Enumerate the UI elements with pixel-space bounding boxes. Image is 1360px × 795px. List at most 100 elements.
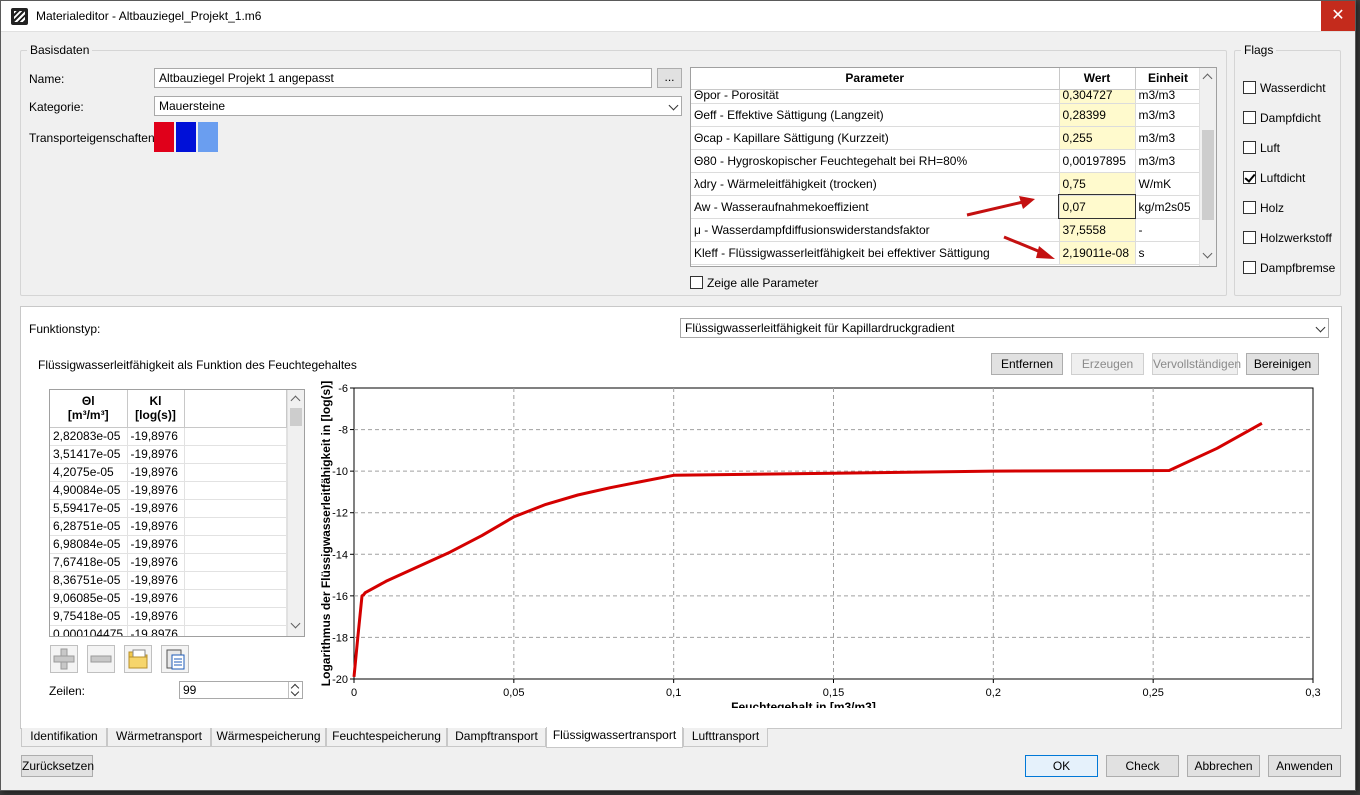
table-row[interactable]: 3,51417e-05 -19,8976 bbox=[50, 445, 287, 464]
cancel-button[interactable]: Abbrechen bbox=[1187, 755, 1260, 777]
parameter-value[interactable]: 0,75 bbox=[1059, 172, 1136, 196]
parameter-value[interactable]: 0,00197895 bbox=[1059, 149, 1136, 173]
parameter-value[interactable]: 0,07 bbox=[1058, 194, 1136, 219]
ok-button[interactable]: OK bbox=[1025, 755, 1098, 777]
moisture-cell[interactable]: 9,75418e-05 bbox=[50, 607, 128, 626]
function-type-select[interactable]: Flüssigwasserleitfähigkeit für Kapillard… bbox=[680, 318, 1329, 338]
create-button[interactable]: Erzeugen bbox=[1071, 353, 1144, 375]
conductivity-cell[interactable]: -19,8976 bbox=[127, 625, 185, 636]
moisture-cell[interactable]: 4,90084e-05 bbox=[50, 481, 128, 500]
parameter-row[interactable]: Θpor - Porosität 0,304727 m3/m3 bbox=[691, 89, 1202, 104]
parameter-value[interactable]: 0,255 bbox=[1059, 126, 1136, 150]
kategorie-select[interactable]: Mauersteine bbox=[154, 96, 682, 116]
parameter-value[interactable]: 0,304727 bbox=[1059, 89, 1136, 104]
name-input[interactable]: Altbauziegel Projekt 1 angepasst bbox=[154, 68, 652, 88]
scroll-thumb[interactable] bbox=[1202, 130, 1214, 220]
table-row[interactable]: 4,2075e-05 -19,8976 bbox=[50, 463, 287, 482]
open-file-button[interactable] bbox=[124, 645, 152, 673]
add-row-button[interactable] bbox=[50, 645, 78, 673]
show-all-checkbox[interactable] bbox=[690, 276, 703, 289]
tab-identifikation[interactable]: Identifikation bbox=[21, 728, 107, 747]
moisture-cell[interactable]: 9,06085e-05 bbox=[50, 589, 128, 608]
flag-checkbox-dampfbremse[interactable] bbox=[1243, 261, 1256, 274]
conductivity-cell[interactable]: -19,8976 bbox=[127, 499, 185, 518]
header-theta[interactable]: Θl [m³/m³] bbox=[50, 390, 128, 428]
apply-button[interactable]: Anwenden bbox=[1268, 755, 1341, 777]
parameter-row[interactable]: λdry - Wärmeleitfähigkeit (trocken) 0,75 W… bbox=[691, 172, 1202, 196]
table-row[interactable]: 7,67418e-05 -19,8976 bbox=[50, 553, 287, 572]
moisture-cell[interactable]: 6,28751e-05 bbox=[50, 517, 128, 536]
parameter-row[interactable]: Θeff - Effektive Sättigung (Langzeit) 0,2… bbox=[691, 103, 1202, 127]
moisture-cell[interactable]: 5,59417e-05 bbox=[50, 499, 128, 518]
header-einheit[interactable]: Einheit bbox=[1135, 68, 1202, 90]
tab-lufttransport[interactable]: Lufttransport bbox=[683, 728, 768, 747]
table-row[interactable]: 8,36751e-05 -19,8976 bbox=[50, 571, 287, 590]
header-kl[interactable]: Kl [log(s)] bbox=[127, 390, 185, 428]
moisture-cell[interactable]: 7,67418e-05 bbox=[50, 553, 128, 572]
moisture-cell[interactable]: 8,36751e-05 bbox=[50, 571, 128, 590]
reset-button[interactable]: Zurücksetzen bbox=[21, 755, 94, 777]
table-row[interactable]: 4,90084e-05 -19,8976 bbox=[50, 481, 287, 500]
conductivity-cell[interactable]: -19,8976 bbox=[127, 463, 185, 482]
table-row[interactable]: 5,59417e-05 -19,8976 bbox=[50, 499, 287, 518]
conductivity-cell[interactable]: -19,8976 bbox=[127, 607, 185, 626]
parameter-value[interactable]: 37,5558 bbox=[1059, 218, 1136, 242]
parameter-row[interactable]: Θ80 - Hygroskopischer Feuchtegehalt bei … bbox=[691, 149, 1202, 173]
scroll-down-icon[interactable] bbox=[290, 618, 301, 629]
table-row[interactable]: 9,06085e-05 -19,8976 bbox=[50, 589, 287, 608]
clean-button[interactable]: Bereinigen bbox=[1246, 353, 1319, 375]
complete-button[interactable]: Vervollständigen bbox=[1152, 353, 1241, 375]
conductivity-cell[interactable]: -19,8976 bbox=[127, 553, 185, 572]
scroll-down-icon[interactable] bbox=[1202, 248, 1213, 259]
table-row[interactable]: 9,75418e-05 -19,8976 bbox=[50, 607, 287, 626]
conductivity-cell[interactable]: -19,8976 bbox=[127, 427, 185, 446]
rows-spinbox[interactable]: 99 bbox=[179, 681, 303, 699]
parameter-row[interactable]: μ - Wasserdampfdiffusionswiderstandsfakt… bbox=[691, 218, 1202, 242]
tab-wärmetransport[interactable]: Wärmetransport bbox=[107, 728, 211, 747]
function-data-table[interactable]: Θl [m³/m³] Kl [log(s)] 2,82083e-05 -19,89… bbox=[49, 389, 305, 637]
close-button[interactable]: ✕ bbox=[1321, 1, 1355, 31]
moisture-cell[interactable]: 2,82083e-05 bbox=[50, 427, 128, 446]
moisture-cell[interactable]: 0,000104475 bbox=[50, 625, 128, 636]
tab-flüssigwassertransport[interactable]: Flüssigwassertransport bbox=[546, 727, 683, 748]
parameter-row[interactable]: Aw - Wasseraufnahmekoeffizient 0,07 kg/m2s… bbox=[691, 194, 1202, 219]
conductivity-cell[interactable]: -19,8976 bbox=[127, 535, 185, 554]
table-row[interactable]: 2,82083e-05 -19,8976 bbox=[50, 427, 287, 446]
conductivity-cell[interactable]: -19,8976 bbox=[127, 571, 185, 590]
header-wert[interactable]: Wert bbox=[1059, 68, 1136, 90]
remove-button[interactable]: Entfernen bbox=[991, 353, 1063, 375]
data-table-scrollbar[interactable] bbox=[287, 390, 304, 636]
parameter-value[interactable]: 2,19011e-08 bbox=[1059, 241, 1136, 265]
flag-checkbox-holz[interactable] bbox=[1243, 201, 1256, 214]
flag-checkbox-luft[interactable] bbox=[1243, 141, 1256, 154]
paste-button[interactable] bbox=[161, 645, 189, 673]
spin-buttons[interactable] bbox=[288, 682, 302, 698]
browse-button[interactable]: ... bbox=[657, 68, 682, 88]
parameter-row[interactable]: Kleff - Flüssigwasserleitfähigkeit bei e… bbox=[691, 241, 1202, 265]
conductivity-cell[interactable]: -19,8976 bbox=[127, 445, 185, 464]
conductivity-cell[interactable]: -19,8976 bbox=[127, 517, 185, 536]
scroll-up-icon[interactable] bbox=[290, 395, 301, 406]
scroll-up-icon[interactable] bbox=[1202, 73, 1213, 84]
header-parameter[interactable]: Parameter bbox=[691, 68, 1060, 90]
flag-checkbox-holzwerkstoff[interactable] bbox=[1243, 231, 1256, 244]
tab-feuchtespeicherung[interactable]: Feuchtespeicherung bbox=[326, 728, 447, 747]
conductivity-cell[interactable]: -19,8976 bbox=[127, 481, 185, 500]
remove-row-button[interactable] bbox=[87, 645, 115, 673]
table-row[interactable]: 6,28751e-05 -19,8976 bbox=[50, 517, 287, 536]
table-row[interactable]: 6,98084e-05 -19,8976 bbox=[50, 535, 287, 554]
table-row[interactable]: 0,000104475 -19,8976 bbox=[50, 625, 287, 636]
moisture-cell[interactable]: 6,98084e-05 bbox=[50, 535, 128, 554]
tab-wärmespeicherung[interactable]: Wärmespeicherung bbox=[211, 728, 326, 747]
tab-dampftransport[interactable]: Dampftransport bbox=[447, 728, 546, 747]
scroll-thumb[interactable] bbox=[290, 408, 302, 426]
flag-checkbox-luftdicht[interactable] bbox=[1243, 171, 1256, 184]
flag-checkbox-dampfdicht[interactable] bbox=[1243, 111, 1256, 124]
conductivity-cell[interactable]: -19,8976 bbox=[127, 589, 185, 608]
flag-checkbox-wasserdicht[interactable] bbox=[1243, 81, 1256, 94]
parameter-scrollbar[interactable] bbox=[1199, 68, 1216, 266]
check-button[interactable]: Check bbox=[1106, 755, 1179, 777]
moisture-cell[interactable]: 4,2075e-05 bbox=[50, 463, 128, 482]
parameter-value[interactable]: 0,28399 bbox=[1059, 103, 1136, 127]
moisture-cell[interactable]: 3,51417e-05 bbox=[50, 445, 128, 464]
